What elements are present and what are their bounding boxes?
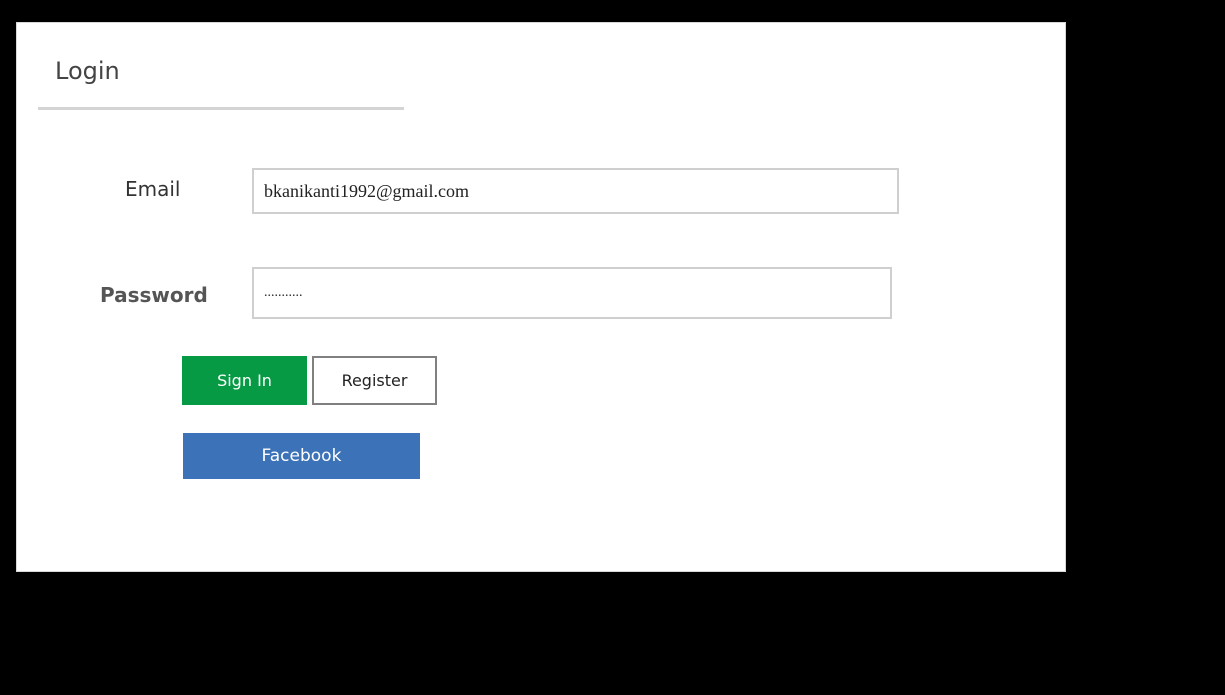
email-label: Email [125, 177, 181, 201]
email-field[interactable] [252, 168, 899, 214]
facebook-login-button[interactable]: Facebook [183, 433, 420, 479]
sign-in-button[interactable]: Sign In [182, 356, 307, 405]
password-label: Password [100, 283, 208, 307]
register-button[interactable]: Register [312, 356, 437, 405]
login-panel: Login Email Password Sign In Register Fa… [16, 22, 1066, 572]
page-title: Login [55, 57, 120, 85]
title-divider [38, 107, 404, 110]
password-field[interactable] [252, 267, 892, 319]
